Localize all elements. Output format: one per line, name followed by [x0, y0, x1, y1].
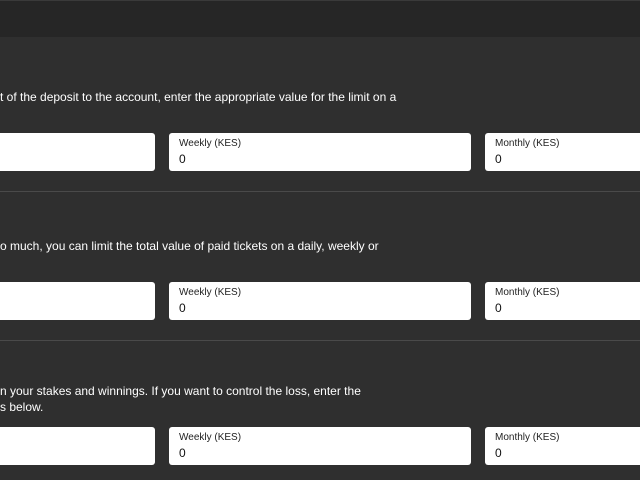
section-divider — [0, 340, 640, 341]
deposit-weekly-field[interactable]: Weekly (KES) — [169, 133, 471, 171]
loss-limit-description-line1: n your stakes and winnings. If you want … — [0, 384, 361, 398]
loss-daily-field[interactable] — [0, 427, 155, 465]
stake-daily-field[interactable] — [0, 282, 155, 320]
stake-monthly-field[interactable]: Monthly (KES) — [485, 282, 640, 320]
stake-weekly-label: Weekly (KES) — [179, 287, 242, 298]
loss-limit-description-line2: s below. — [0, 400, 44, 414]
section-divider — [0, 191, 640, 192]
deposit-monthly-input[interactable] — [495, 151, 635, 167]
deposit-limit-description: t of the deposit to the account, enter t… — [0, 90, 397, 104]
loss-weekly-label: Weekly (KES) — [179, 432, 242, 443]
loss-weekly-input[interactable] — [179, 445, 319, 461]
stake-weekly-field[interactable]: Weekly (KES) — [169, 282, 471, 320]
deposit-monthly-label: Monthly (KES) — [495, 138, 560, 149]
stake-monthly-label: Monthly (KES) — [495, 287, 560, 298]
loss-monthly-field[interactable]: Monthly (KES) — [485, 427, 640, 465]
loss-monthly-input[interactable] — [495, 445, 635, 461]
loss-weekly-field[interactable]: Weekly (KES) — [169, 427, 471, 465]
stake-monthly-input[interactable] — [495, 300, 635, 316]
stake-limit-description: o much, you can limit the total value of… — [0, 239, 379, 253]
deposit-weekly-input[interactable] — [179, 151, 319, 167]
loss-monthly-label: Monthly (KES) — [495, 432, 560, 443]
stake-weekly-input[interactable] — [179, 300, 319, 316]
top-header-bar — [0, 0, 640, 37]
deposit-monthly-field[interactable]: Monthly (KES) — [485, 133, 640, 171]
deposit-daily-field[interactable] — [0, 133, 155, 171]
deposit-weekly-label: Weekly (KES) — [179, 138, 242, 149]
limits-panel: t of the deposit to the account, enter t… — [0, 37, 640, 480]
